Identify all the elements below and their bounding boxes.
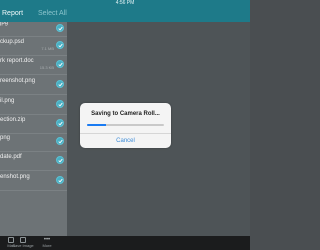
file-row[interactable]: enshot.png: [0, 172, 67, 191]
checkmark-icon[interactable]: [56, 100, 64, 108]
file-name: png: [0, 135, 11, 141]
checkmark-icon[interactable]: [56, 176, 64, 184]
file-row[interactable]: ection.zip: [0, 115, 67, 134]
bottom-toolbar: Mail Save Image ••• More: [0, 236, 250, 250]
file-name: date.pdf: [0, 154, 22, 160]
checkmark-icon[interactable]: [56, 60, 64, 68]
file-row[interactable]: il.png: [0, 96, 67, 115]
nav-title: Report: [2, 10, 24, 17]
checkmark-icon[interactable]: [56, 24, 64, 32]
file-name: il.png: [0, 98, 15, 104]
file-row[interactable]: png: [0, 133, 67, 152]
file-list[interactable]: jpg ckup.psd 7.1 MB rk report.doc 15.3 K…: [0, 22, 67, 236]
dialog-title: Saving to Camera Roll...: [91, 111, 160, 117]
more-button[interactable]: ••• More: [36, 236, 58, 250]
file-name: ection.zip: [0, 117, 26, 123]
cancel-button[interactable]: Cancel: [80, 134, 171, 148]
navigation-bar: Report Select All: [0, 6, 250, 22]
progress-fill: [87, 124, 107, 126]
file-name: jpg: [0, 22, 9, 26]
progress-bar: [87, 124, 164, 126]
file-name: ckup.psd: [0, 39, 25, 45]
select-all-button[interactable]: Select All: [38, 8, 67, 20]
checkmark-icon[interactable]: [56, 137, 64, 145]
checkmark-icon[interactable]: [56, 156, 64, 164]
file-row[interactable]: rk report.doc 15.3 KB: [0, 56, 67, 75]
file-row[interactable]: ckup.psd 7.1 MB: [0, 37, 67, 56]
file-name: rk report.doc: [0, 58, 34, 64]
file-name: reenshot.png: [0, 78, 36, 84]
file-row[interactable]: reenshot.png: [0, 76, 67, 95]
checkmark-icon[interactable]: [56, 41, 64, 49]
more-label: More: [42, 243, 52, 248]
file-size: 15.3 KB: [39, 65, 54, 70]
save-image-button[interactable]: Save Image: [12, 236, 34, 250]
file-name: enshot.png: [0, 174, 30, 180]
checkmark-icon[interactable]: [56, 80, 64, 88]
file-row[interactable]: date.pdf: [0, 152, 67, 171]
file-size: 7.1 MB: [41, 46, 54, 51]
file-row[interactable]: jpg: [0, 22, 67, 37]
checkmark-icon[interactable]: [56, 119, 64, 127]
save-image-label: Save Image: [12, 243, 34, 248]
save-progress-dialog: Saving to Camera Roll... Cancel: [80, 103, 171, 148]
